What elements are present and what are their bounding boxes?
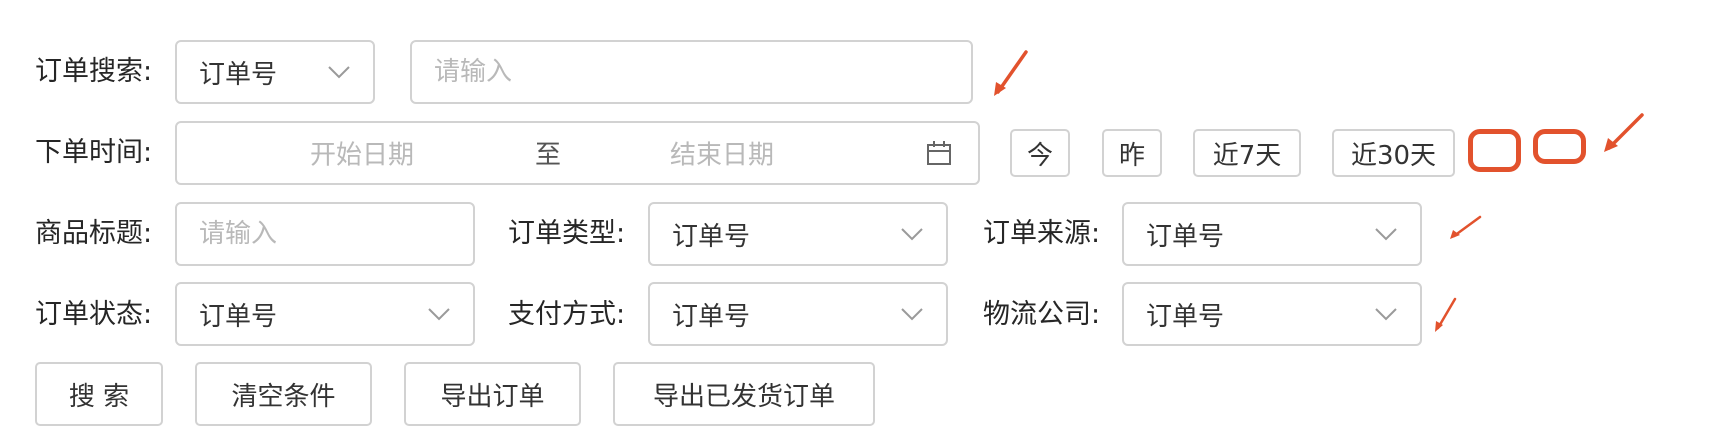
chevron-down-icon — [901, 308, 923, 321]
order-type-label: 订单类型: — [508, 218, 626, 249]
chevron-down-icon — [428, 308, 450, 321]
search-button[interactable]: 搜 索 — [35, 362, 163, 426]
payment-method-label: 支付方式: — [508, 299, 626, 330]
chevron-down-icon — [328, 66, 350, 79]
export-orders-button[interactable]: 导出订单 — [404, 362, 581, 426]
date-separator: 至 — [535, 140, 562, 171]
order-time-label: 下单时间: — [35, 137, 153, 168]
order-source-value: 订单号 — [1146, 221, 1225, 252]
order-status-label: 订单状态: — [35, 299, 153, 330]
chevron-down-icon — [1375, 308, 1397, 321]
annotation-arrow — [1604, 113, 1644, 152]
annotation-box-2 — [1533, 129, 1586, 164]
quick-date-last30[interactable]: 近30天 — [1332, 129, 1455, 177]
order-search-field[interactable] — [434, 57, 949, 87]
clear-conditions-button[interactable]: 清空条件 — [195, 362, 372, 426]
product-title-label: 商品标题: — [35, 218, 153, 249]
order-status-select[interactable]: 订单号 — [175, 282, 475, 346]
order-source-select[interactable]: 订单号 — [1122, 202, 1422, 266]
product-title-input[interactable] — [175, 202, 475, 266]
calendar-icon — [927, 141, 951, 165]
logistics-company-label: 物流公司: — [983, 299, 1101, 330]
annotation-arrow — [994, 50, 1028, 96]
annotation-box-1 — [1468, 129, 1521, 172]
logistics-company-select[interactable]: 订单号 — [1122, 282, 1422, 346]
payment-method-select[interactable]: 订单号 — [648, 282, 948, 346]
order-type-value: 订单号 — [672, 221, 751, 252]
logistics-company-value: 订单号 — [1146, 301, 1225, 332]
order-search-label: 订单搜索: — [35, 56, 153, 87]
annotation-arrow — [1450, 215, 1482, 239]
export-shipped-orders-button[interactable]: 导出已发货订单 — [613, 362, 875, 426]
order-status-value: 订单号 — [199, 301, 278, 332]
chevron-down-icon — [901, 228, 923, 241]
start-date[interactable]: 开始日期 — [310, 135, 414, 172]
order-search-input[interactable] — [410, 40, 973, 104]
search-type-value: 订单号 — [199, 59, 278, 90]
end-date[interactable]: 结束日期 — [670, 135, 774, 172]
payment-method-value: 订单号 — [672, 301, 751, 332]
quick-date-today[interactable]: 今 — [1010, 129, 1070, 177]
search-type-select[interactable]: 订单号 — [175, 40, 375, 104]
date-range-picker[interactable]: 开始日期 至 结束日期 — [175, 121, 980, 185]
order-source-label: 订单来源: — [983, 218, 1101, 249]
product-title-field[interactable] — [199, 219, 451, 249]
quick-date-yesterday[interactable]: 昨 — [1102, 129, 1162, 177]
quick-date-last7[interactable]: 近7天 — [1193, 129, 1301, 177]
annotation-arrow — [1435, 297, 1457, 332]
chevron-down-icon — [1375, 228, 1397, 241]
order-type-select[interactable]: 订单号 — [648, 202, 948, 266]
